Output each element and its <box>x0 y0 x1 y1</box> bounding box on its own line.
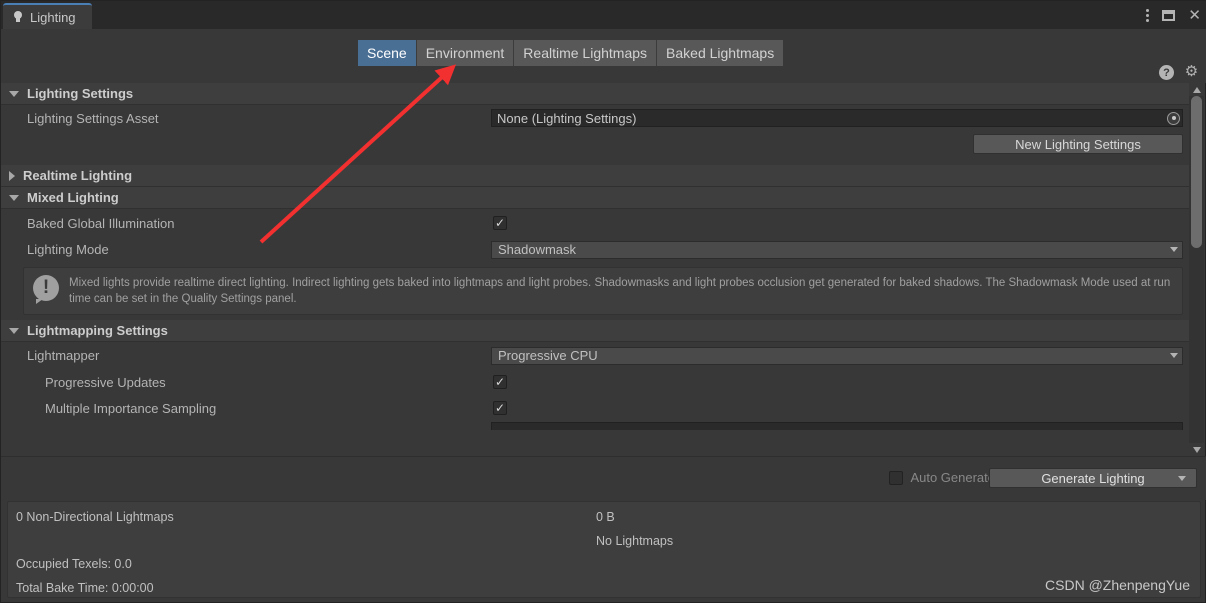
lightmaps-count-text: 0 Non-Directional Lightmaps <box>16 510 174 524</box>
lightmapper-label: Lightmapper <box>27 348 100 363</box>
section-header-lighting-settings[interactable]: Lighting Settings <box>1 83 1191 105</box>
lighting-settings-asset-field[interactable]: None (Lighting Settings) <box>491 109 1183 127</box>
window-controls: ✕ <box>1146 1 1201 29</box>
row-multiple-importance-sampling: Multiple Importance Sampling ✓ <box>1 395 1191 421</box>
chevron-down-icon <box>1170 353 1178 358</box>
progressive-updates-checkbox[interactable]: ✓ <box>493 375 507 389</box>
lighting-settings-asset-value: None (Lighting Settings) <box>497 110 637 126</box>
generate-lighting-label: Generate Lighting <box>1041 470 1145 486</box>
tab-environment[interactable]: Environment <box>416 40 515 66</box>
generate-bar: Auto Generate Generate Lighting <box>1 456 1206 500</box>
toolbar-icon-group: ? ⚙ <box>1159 64 1199 80</box>
lightbulb-icon <box>13 11 23 23</box>
row-new-lighting-settings: New Lighting Settings <box>1 131 1191 165</box>
info-exclamation-icon: ! <box>33 275 59 304</box>
lighting-toolbar: Scene Environment Realtime Lightmaps Bak… <box>1 29 1206 83</box>
vertical-scrollbar[interactable] <box>1189 83 1204 456</box>
object-picker-icon[interactable] <box>1167 111 1180 125</box>
lighting-window: Lighting ✕ Scene Environment Realtime Li… <box>0 0 1206 603</box>
window-tab-lighting[interactable]: Lighting <box>3 3 92 29</box>
scrollbar-track[interactable] <box>1189 96 1204 443</box>
chevron-down-icon[interactable] <box>1178 475 1186 481</box>
baked-gi-label: Baked Global Illumination <box>27 215 175 231</box>
progressive-updates-label: Progressive Updates <box>45 374 166 390</box>
section-header-lightmapping-settings[interactable]: Lightmapping Settings <box>1 320 1191 342</box>
window-tab-label: Lighting <box>30 9 76 25</box>
generate-lighting-button[interactable]: Generate Lighting <box>989 468 1197 488</box>
mixed-lighting-help-text: Mixed lights provide realtime direct lig… <box>69 277 1171 305</box>
window-titlebar: Lighting ✕ <box>1 1 1206 29</box>
auto-generate-group[interactable]: Auto Generate <box>889 470 995 485</box>
section-title: Lightmapping Settings <box>27 323 168 338</box>
clipped-field[interactable] <box>491 422 1183 430</box>
chevron-down-icon <box>9 327 19 334</box>
row-lightmapper: Lightmapper Progressive CPU <box>1 342 1191 369</box>
row-lighting-settings-asset: Lighting Settings Asset None (Lighting S… <box>1 105 1191 131</box>
bake-status-panel: 0 Non-Directional Lightmaps 0 B No Light… <box>7 501 1201 598</box>
tab-baked-lightmaps[interactable]: Baked Lightmaps <box>657 40 784 66</box>
auto-generate-label: Auto Generate <box>910 470 995 485</box>
baked-gi-checkbox[interactable]: ✓ <box>493 216 507 230</box>
chevron-down-icon <box>9 194 19 201</box>
section-title: Realtime Lighting <box>23 168 133 183</box>
lighting-mode-label: Lighting Mode <box>27 242 109 257</box>
lighting-mode-dropdown[interactable]: Shadowmask <box>491 240 1183 259</box>
chevron-right-icon <box>9 170 15 181</box>
lighting-settings-asset-label: Lighting Settings Asset <box>27 110 159 126</box>
lighting-tab-group: Scene Environment Realtime Lightmaps Bak… <box>358 40 784 66</box>
row-clipped-field <box>1 421 1191 431</box>
occupied-texels-text: Occupied Texels: 0.0 <box>16 557 132 571</box>
help-icon[interactable]: ? <box>1159 65 1174 80</box>
multiple-importance-sampling-checkbox[interactable]: ✓ <box>493 401 507 415</box>
close-icon[interactable]: ✕ <box>1188 8 1201 23</box>
new-lighting-settings-button[interactable]: New Lighting Settings <box>973 134 1183 154</box>
lightmapper-dropdown[interactable]: Progressive CPU <box>491 346 1183 365</box>
section-header-mixed-lighting[interactable]: Mixed Lighting <box>1 187 1191 209</box>
watermark-text: CSDN @ZhenpengYue <box>1045 577 1190 593</box>
settings-scroll-area: Lighting Settings Lighting Settings Asse… <box>1 83 1191 456</box>
section-header-realtime-lighting[interactable]: Realtime Lighting <box>1 165 1191 187</box>
section-title: Lighting Settings <box>27 86 134 101</box>
tab-scene[interactable]: Scene <box>358 40 417 66</box>
section-title: Mixed Lighting <box>27 190 119 205</box>
kebab-menu-icon[interactable] <box>1146 8 1150 22</box>
maximize-icon[interactable] <box>1162 9 1176 21</box>
chevron-down-icon <box>9 90 19 97</box>
total-bake-time-text: Total Bake Time: 0:00:00 <box>16 581 154 595</box>
mixed-lighting-help-box: ! Mixed lights provide realtime direct l… <box>23 267 1183 315</box>
lightmaps-size-text: 0 B <box>596 510 615 524</box>
scroll-up-arrow-icon[interactable] <box>1189 83 1204 96</box>
multiple-importance-sampling-label: Multiple Importance Sampling <box>45 400 217 416</box>
chevron-down-icon <box>1170 247 1178 252</box>
lightmapper-value: Progressive CPU <box>498 348 598 363</box>
scroll-down-arrow-icon[interactable] <box>1189 443 1204 456</box>
row-baked-global-illumination: Baked Global Illumination ✓ <box>1 209 1191 237</box>
row-lighting-mode: Lighting Mode Shadowmask <box>1 237 1191 262</box>
no-lightmaps-text: No Lightmaps <box>596 534 674 548</box>
lighting-mode-value: Shadowmask <box>498 242 577 257</box>
scrollbar-thumb[interactable] <box>1191 96 1202 248</box>
gear-icon[interactable]: ⚙ <box>1184 64 1199 80</box>
auto-generate-checkbox[interactable] <box>889 470 904 485</box>
row-progressive-updates: Progressive Updates ✓ <box>1 369 1191 395</box>
tab-realtime-lightmaps[interactable]: Realtime Lightmaps <box>514 40 658 66</box>
